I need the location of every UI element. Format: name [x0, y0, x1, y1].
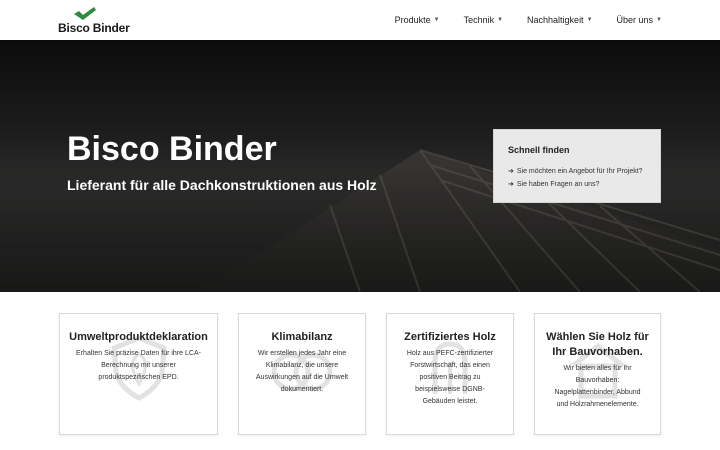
- logo-check-icon: [74, 7, 96, 20]
- arrow-right-icon: ➜: [508, 181, 514, 188]
- nav-label: Nachhaltigkeit: [527, 15, 584, 25]
- card-bauvorhaben[interactable]: Wählen Sie Holz für Ihr Bauvorhaben. Wir…: [534, 313, 661, 435]
- quick-find-box: Schnell finden ➜ Sie möchten ein Angebot …: [493, 129, 661, 203]
- card-title: Wählen Sie Holz für Ihr Bauvorhaben.: [546, 331, 649, 358]
- chevron-down-icon: ▼: [433, 17, 440, 23]
- nav-ueber-uns[interactable]: Über uns ▼: [617, 15, 662, 25]
- quick-find-title: Schnell finden: [508, 145, 570, 155]
- card-title: Zertifiziertes Holz: [404, 331, 496, 343]
- card-klimabilanz[interactable]: Klimabilanz Wir erstellen jedes Jahr ein…: [238, 313, 366, 435]
- card-text: Wir erstellen jedes Jahr eine Klimabilan…: [255, 350, 349, 393]
- chevron-down-icon: ▼: [586, 17, 593, 23]
- nav-label: Produkte: [394, 15, 431, 25]
- card-text: Wir bieten alles für Ihr Bauvorhaben: Na…: [554, 365, 641, 408]
- logo-text: Bisco Binder: [58, 21, 130, 35]
- logo[interactable]: Bisco Binder: [58, 7, 130, 35]
- chevron-down-icon: ▼: [497, 17, 504, 23]
- hero-title: Bisco Binder: [67, 130, 277, 168]
- card-text: Holz aus PEFC-zertifizierter Forstwirtsc…: [406, 350, 494, 405]
- main-nav: Produkte ▼ Technik ▼ Nachhaltigkeit ▼ Üb…: [395, 0, 662, 40]
- nav-label: Technik: [463, 15, 495, 25]
- card-text: Erhalten Sie präzise Daten für ihre LCA-…: [76, 350, 201, 381]
- nav-nachhaltigkeit[interactable]: Nachhaltigkeit ▼: [527, 15, 592, 25]
- quick-link-offer[interactable]: ➜ Sie möchten ein Angebot für Ihr Projekt…: [508, 167, 643, 175]
- nav-label: Über uns: [616, 15, 654, 25]
- quick-link-label: Sie möchten ein Angebot für Ihr Projekt?: [516, 168, 643, 175]
- card-title: Umweltproduktdeklaration: [69, 331, 208, 343]
- site-header: Bisco Binder Produkte ▼ Technik ▼ Nachha…: [0, 0, 720, 40]
- card-zertifiziertes-holz[interactable]: Zertifiziertes Holz Holz aus PEFC-zertif…: [386, 313, 514, 435]
- arrow-right-icon: ➜: [508, 168, 514, 175]
- hero-banner: Bisco Binder Lieferant für alle Dachkons…: [0, 40, 720, 292]
- nav-technik[interactable]: Technik ▼: [464, 15, 503, 25]
- nav-produkte[interactable]: Produkte ▼: [395, 15, 440, 25]
- hero-subtitle: Lieferant für alle Dachkonstruktionen au…: [67, 177, 377, 193]
- card-title: Klimabilanz: [271, 331, 333, 343]
- chevron-down-icon: ▼: [656, 17, 662, 23]
- quick-link-questions[interactable]: ➜ Sie haben Fragen an uns?: [508, 180, 599, 188]
- quick-link-label: Sie haben Fragen an uns?: [516, 181, 600, 188]
- card-epd[interactable]: Umweltproduktdeklaration Erhalten Sie pr…: [59, 313, 218, 435]
